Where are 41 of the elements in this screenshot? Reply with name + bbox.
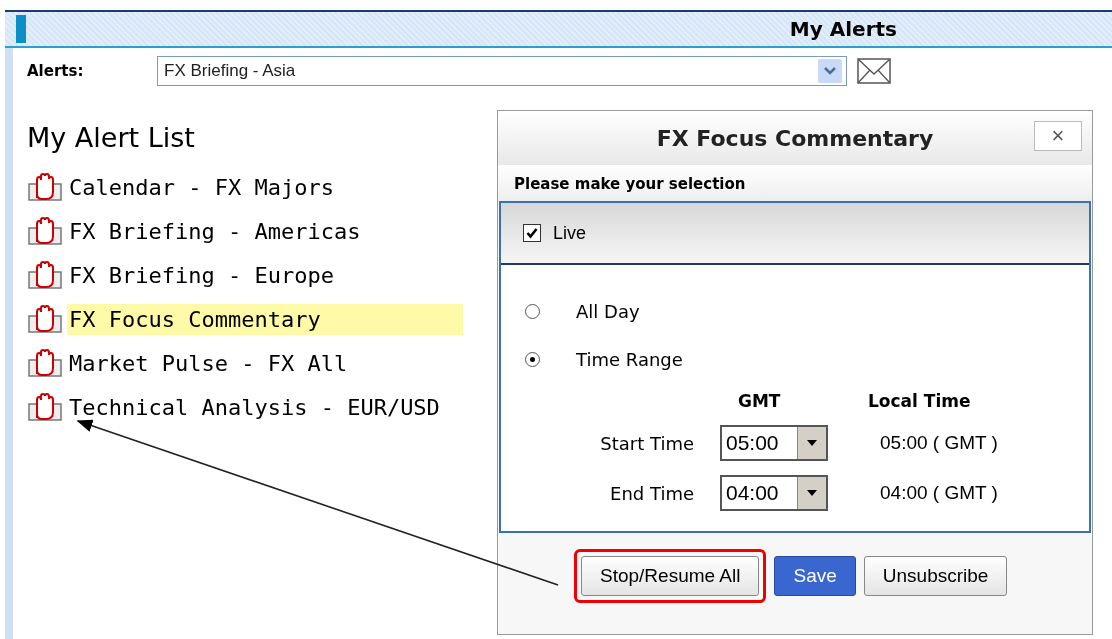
caret-icon [797, 427, 826, 459]
radio-button[interactable] [525, 303, 540, 319]
time-dropdown[interactable]: 05:00 [720, 425, 828, 461]
caret-icon [797, 477, 826, 509]
local-time: 05:00 ( GMT ) [879, 432, 999, 454]
action-button[interactable]: Unsubscribe [863, 556, 1008, 596]
radio-button[interactable] [525, 351, 540, 367]
option-label: All Day [576, 300, 640, 322]
close-button[interactable]: × [1034, 121, 1082, 151]
time-label: Start Time [599, 432, 695, 454]
alerts-label: Alerts: [27, 62, 85, 80]
envelope-icon[interactable] [857, 57, 891, 85]
alerts-dropdown[interactable]: FX Briefing - Asia [157, 56, 847, 86]
hand-icon[interactable] [27, 172, 63, 202]
prompt-text: Please make your selection [498, 165, 1092, 201]
alert-item[interactable]: Calendar - FX Majors [67, 171, 463, 203]
hand-icon[interactable] [27, 260, 63, 290]
column-header: GMT [737, 391, 782, 411]
local-time: 04:00 ( GMT ) [879, 482, 999, 504]
alert-item[interactable]: FX Focus Commentary [67, 303, 463, 335]
time-label: End Time [609, 482, 695, 504]
alert-item[interactable]: Market Pulse - FX All [67, 347, 463, 379]
action-button[interactable]: Stop/Resume All [581, 556, 760, 596]
chevron-down-icon [818, 59, 842, 83]
alert-item[interactable]: Technical Analysis - EUR/USD [67, 391, 463, 423]
hand-icon[interactable] [27, 392, 63, 422]
time-dropdown[interactable]: 04:00 [720, 475, 828, 511]
list-heading: My Alert List [27, 122, 195, 153]
checkbox[interactable] [523, 224, 541, 242]
dialog-title: FX Focus Commentary [656, 125, 934, 151]
option-label: Time Range [576, 348, 683, 370]
live-label: Live [553, 222, 587, 244]
hand-icon[interactable] [27, 304, 63, 334]
alert-item[interactable]: FX Briefing - Americas [67, 215, 463, 247]
window-title: My Alerts [789, 17, 897, 41]
alert-item[interactable]: FX Briefing - Europe [67, 259, 463, 291]
save-button[interactable]: Save [774, 556, 856, 596]
hand-icon[interactable] [27, 348, 63, 378]
hand-icon[interactable] [27, 216, 63, 246]
column-header: Local Time [868, 391, 972, 411]
title-accent-bar [16, 15, 26, 43]
